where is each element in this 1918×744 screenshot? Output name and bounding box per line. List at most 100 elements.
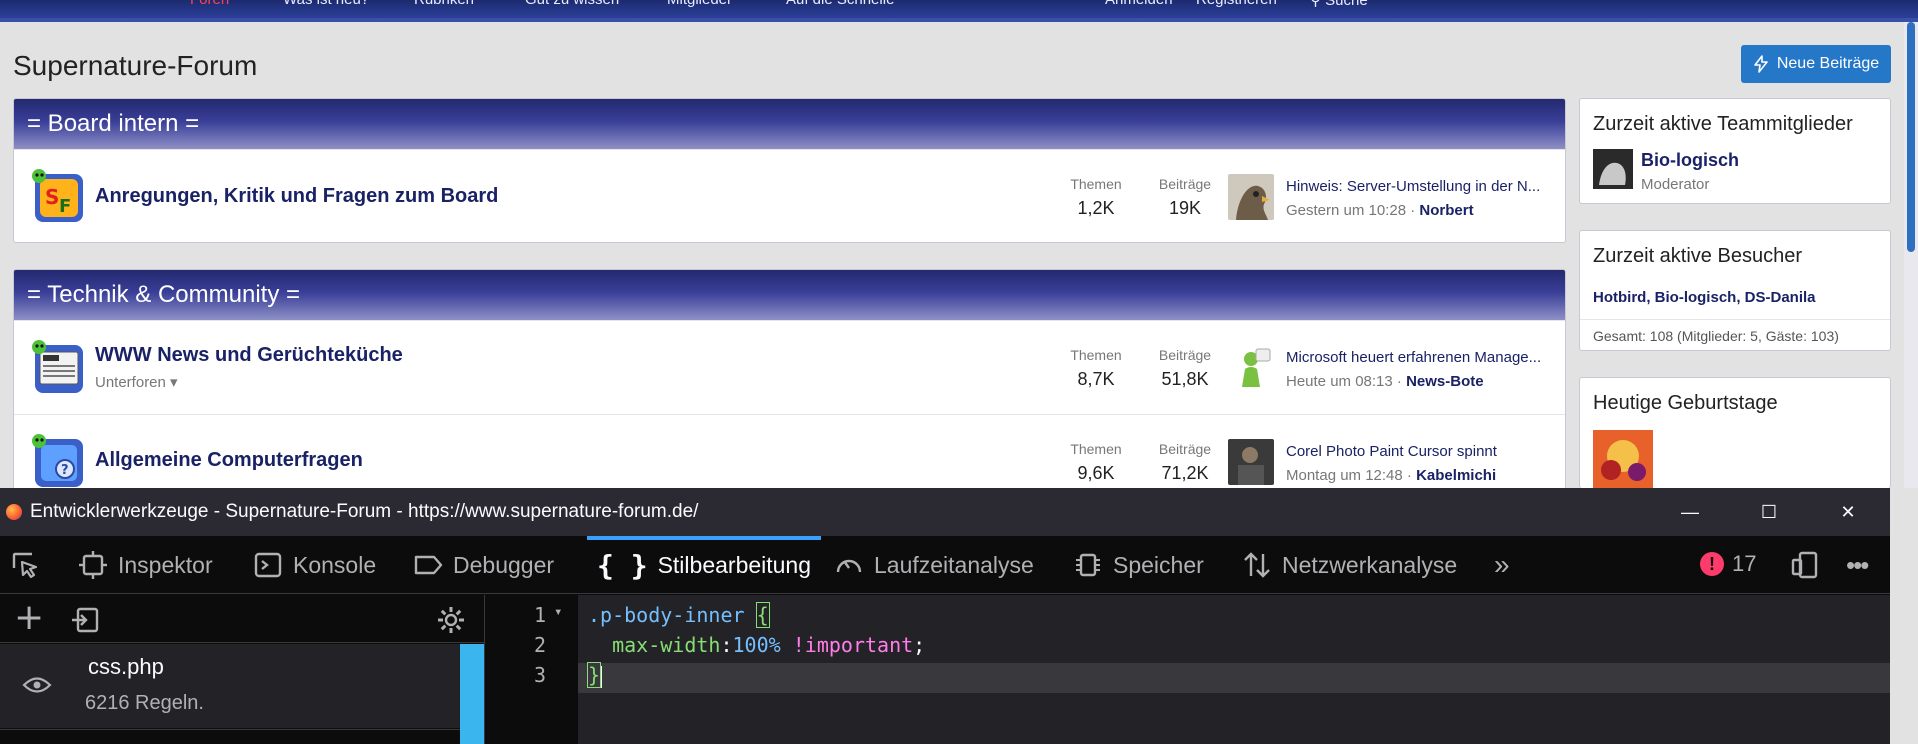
style-editor-icon: { } [597, 548, 648, 582]
avatar[interactable] [1593, 149, 1633, 189]
search-link[interactable]: ⚲ Suche [1310, 0, 1368, 9]
nav-item-whats-new[interactable]: Was ist neu? [283, 0, 369, 8]
devtools-menu-button[interactable]: ••• [1846, 536, 1869, 594]
plus-icon[interactable]: + [14, 597, 44, 638]
visitor-total: Gesamt: 108 (Mitglieder: 5, Gäste: 103) [1580, 319, 1890, 352]
avatar[interactable] [1228, 439, 1274, 485]
nav-item-auf-die-schnelle[interactable]: Auf die Schnelle [786, 0, 894, 8]
error-count-badge[interactable]: ! 17 [1700, 551, 1756, 577]
fold-chevron-icon[interactable]: ▾ [554, 604, 562, 620]
tab-label: Debugger [453, 551, 555, 578]
last-post-meta: Gestern um 10:28 · Norbert [1286, 202, 1474, 219]
code-line[interactable]: .p-body-inner { [588, 602, 770, 628]
forum-icon[interactable]: S F [31, 168, 87, 224]
css-open-brace: { [755, 602, 770, 628]
stat-label: Themen [1070, 441, 1122, 457]
search-label: Suche [1325, 0, 1368, 9]
css-value: 100% [732, 633, 781, 657]
console-icon [254, 552, 282, 578]
stylesheet-scrollbar[interactable] [460, 644, 484, 744]
nav-item-rubriken[interactable]: Rubriken [414, 0, 474, 8]
more-tools-button[interactable]: » [1494, 536, 1510, 594]
visitor-names[interactable]: Hotbird, Bio-logisch, DS-Danila [1593, 289, 1816, 306]
stat-themen: Themen 1,2K [1051, 176, 1141, 219]
stylesheet-item[interactable] [0, 729, 460, 744]
close-icon[interactable]: ✕ [1828, 498, 1868, 526]
eye-icon[interactable] [22, 674, 52, 696]
nav-item-gut-zu-wissen[interactable]: Gut zu wissen [525, 0, 619, 8]
line-number: 2 [533, 633, 546, 657]
minimize-icon[interactable]: — [1670, 498, 1710, 526]
import-icon[interactable] [70, 606, 100, 634]
category-header[interactable]: = Board intern = [14, 99, 1565, 149]
tab-label: Netzwerkanalyse [1282, 551, 1458, 578]
avatar[interactable] [1228, 174, 1274, 220]
computer-question-icon[interactable]: ? [31, 433, 87, 489]
nav-item-mitglieder[interactable]: Mitglieder [667, 0, 732, 8]
page-title: Supernature-Forum [13, 50, 258, 81]
sidebar-birthdays: Heutige Geburtstage [1579, 377, 1891, 489]
tab-stilbearbeitung[interactable]: { } Stilbearbeitung [586, 536, 822, 594]
code-line[interactable]: } [586, 662, 603, 688]
performance-gauge-icon [836, 559, 862, 573]
tab-konsole[interactable]: Konsole [253, 536, 376, 594]
new-posts-button[interactable]: Neue Beiträge [1741, 45, 1891, 83]
devtools-titlebar[interactable]: Entwicklerwerkzeuge - Supernature-Forum … [0, 488, 1890, 536]
register-link[interactable]: Registrieren [1196, 0, 1277, 8]
stat-value: 9,6K [1077, 463, 1115, 483]
tab-debugger[interactable]: Debugger [413, 536, 554, 594]
maximize-icon[interactable]: ☐ [1749, 498, 1789, 526]
tab-laufzeitanalyse[interactable]: Laufzeitanalyse [834, 536, 1034, 594]
last-post-title[interactable]: Corel Photo Paint Cursor spinnt [1286, 443, 1565, 460]
avatar[interactable] [1228, 345, 1274, 391]
forum-title[interactable]: WWW News und Gerüchteküche [95, 344, 403, 367]
forum-title[interactable]: Allgemeine Computerfragen [95, 449, 363, 472]
stylesheet-item[interactable]: css.php 6216 Regeln. [0, 644, 460, 728]
chevron-down-icon: ▾ [170, 374, 178, 391]
gear-icon[interactable] [436, 605, 466, 635]
category-technik-community: = Technik & Community = WWW News und Ger… [13, 269, 1566, 499]
network-arrows-icon [1244, 552, 1270, 578]
subforums-toggle[interactable]: Unterforen ▾ [95, 373, 178, 391]
stat-beitraege: Beiträge 19K [1140, 176, 1230, 219]
new-posts-label: Neue Beiträge [1776, 55, 1880, 72]
tab-label: Stilbearbeitung [657, 551, 812, 578]
line-number: 1 [533, 603, 546, 627]
last-post-user[interactable]: Kabelmichi [1416, 467, 1496, 484]
newspaper-icon[interactable] [31, 339, 87, 395]
cursor-pick-icon [12, 552, 38, 579]
css-important: !important [792, 633, 914, 657]
scrollbar-thumb[interactable] [1907, 22, 1915, 252]
last-post-title[interactable]: Hinweis: Server-Umstellung in der N... [1286, 178, 1565, 195]
stat-value: 1,2K [1077, 198, 1115, 218]
tab-label: Inspektor [118, 551, 213, 578]
stat-themen: Themen 8,7K [1051, 347, 1141, 390]
last-post-user[interactable]: News-Bote [1406, 373, 1484, 390]
page-scrollbar[interactable] [1904, 22, 1918, 488]
element-picker-button[interactable] [10, 536, 40, 594]
responsive-design-button[interactable] [1790, 536, 1820, 594]
last-post-time[interactable]: Montag um 12:48 [1286, 467, 1403, 484]
category-header[interactable]: = Technik & Community = [14, 270, 1565, 320]
last-post-time[interactable]: Gestern um 10:28 [1286, 202, 1406, 219]
css-semicolon: ; [913, 633, 926, 657]
stylesheet-toolbar: + [0, 595, 485, 643]
code-line[interactable]: max-width:100% !important; [588, 633, 925, 657]
inspector-icon [79, 551, 107, 579]
last-post-time[interactable]: Heute um 08:13 [1286, 373, 1393, 390]
nav-item-foren[interactable]: Foren [190, 0, 229, 8]
last-post-title[interactable]: Microsoft heuert erfahrenen Manage... [1286, 349, 1565, 366]
avatar[interactable] [1593, 430, 1653, 489]
search-icon: ⚲ [1310, 0, 1321, 9]
forum-title[interactable]: Anregungen, Kritik und Fragen zum Board [95, 185, 498, 208]
login-link[interactable]: Anmelden [1105, 0, 1173, 8]
team-member-name[interactable]: Bio-logisch [1641, 150, 1739, 171]
tab-netzwerkanalyse[interactable]: Netzwerkanalyse [1242, 536, 1457, 594]
tab-inspektor[interactable]: Inspektor [78, 536, 213, 594]
svg-text:?: ? [61, 463, 69, 478]
css-selector: .p-body-inner [588, 603, 745, 627]
stat-value: 51,8K [1161, 369, 1209, 389]
style-editor[interactable]: 1 ▾ 2 3 .p-body-inner { max-width:100% !… [486, 595, 1890, 744]
tab-speicher[interactable]: Speicher [1073, 536, 1204, 594]
last-post-user[interactable]: Norbert [1419, 202, 1473, 219]
